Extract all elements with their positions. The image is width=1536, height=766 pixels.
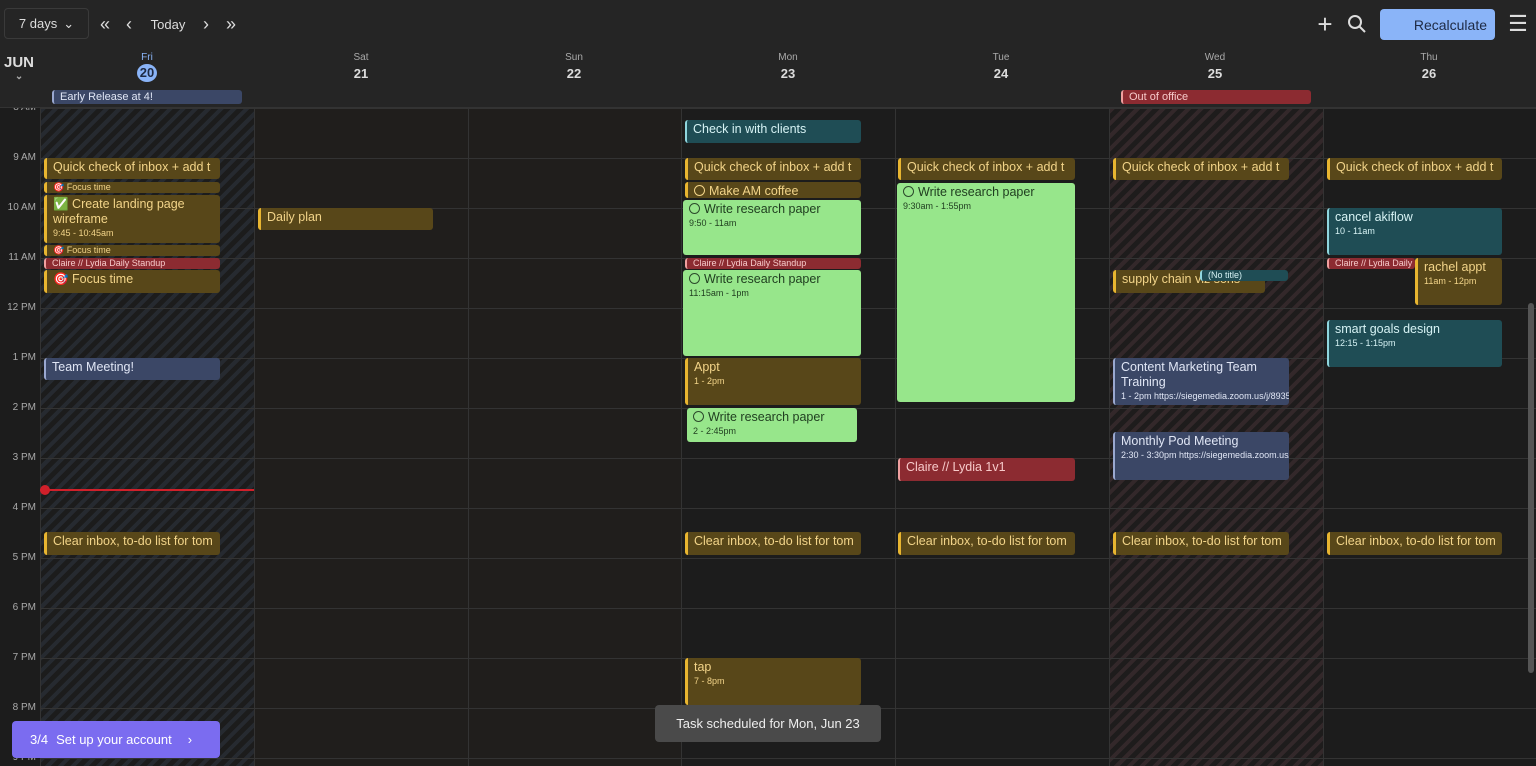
- hour-label: 8 AM: [0, 108, 36, 113]
- column-sat[interactable]: [254, 108, 468, 766]
- event[interactable]: Claire // Lydia Daily: [1327, 258, 1415, 269]
- setup-account-button[interactable]: 3/4 Set up your account ›: [12, 721, 220, 758]
- event[interactable]: Claire // Lydia Daily Standup: [44, 258, 220, 269]
- event[interactable]: (No title): [1200, 270, 1288, 281]
- day-header-sat[interactable]: Sat 21: [331, 52, 391, 81]
- search-icon[interactable]: [1344, 10, 1370, 38]
- hour-label: 1 PM: [12, 352, 36, 363]
- hour-label: 3 PM: [12, 452, 36, 463]
- calendar-grid: 8 AM 9 AM 10 AM 11 AM 12 PM 1 PM 2 PM 3 PM 4 PM 5…: [0, 108, 1536, 766]
- event-out-of-office[interactable]: Out of office: [1121, 90, 1311, 104]
- toast: Task scheduled for Mon, Jun 23: [655, 705, 881, 742]
- day-header-tue[interactable]: Tue 24: [971, 52, 1031, 81]
- event-early-release[interactable]: Early Release at 4!: [52, 90, 242, 104]
- event[interactable]: 🎯 Focus time: [44, 182, 220, 193]
- event[interactable]: Clear inbox, to-do list for tom: [44, 532, 220, 555]
- task[interactable]: Write research paper 9:30am - 1:55pm: [897, 183, 1075, 402]
- hour-label: 9 AM: [13, 152, 36, 163]
- day-header-sun[interactable]: Sun 22: [544, 52, 604, 81]
- event[interactable]: Quick check of inbox + add t: [1327, 158, 1502, 180]
- hour-line: [40, 108, 1536, 109]
- recalculate-button[interactable]: Recalculate: [1380, 9, 1495, 40]
- hour-line: [40, 758, 1536, 759]
- current-time-line: [40, 489, 254, 491]
- hour-label: 5 PM: [12, 552, 36, 563]
- event[interactable]: Quick check of inbox + add t: [898, 158, 1075, 180]
- event[interactable]: Monthly Pod Meeting 2:30 - 3:30pm https:/…: [1113, 432, 1289, 480]
- hour-line: [40, 458, 1536, 459]
- event[interactable]: Daily plan: [258, 208, 433, 230]
- event[interactable]: 🎯 Focus time: [44, 245, 220, 256]
- hour-label: 10 AM: [7, 202, 36, 213]
- toolbar: 7 days ⌄ « ‹ Today › » + Recalculate ☰: [0, 0, 1536, 48]
- onboarding-progress: 3/4: [30, 732, 49, 747]
- current-time-dot: [40, 485, 50, 495]
- prev-button[interactable]: ‹: [120, 12, 138, 36]
- all-day-row: Early Release at 4! Out of office: [0, 88, 1536, 108]
- event[interactable]: rachel appt 11am - 12pm: [1415, 258, 1502, 305]
- column-sun[interactable]: [468, 108, 681, 766]
- range-dropdown[interactable]: 7 days ⌄: [4, 8, 89, 39]
- day-header-wed[interactable]: Wed 25: [1185, 52, 1245, 81]
- event[interactable]: Team Meeting!: [44, 358, 220, 380]
- event[interactable]: Make AM coffee: [685, 182, 861, 198]
- event[interactable]: Quick check of inbox + add t: [44, 158, 220, 179]
- onboarding-label: Set up your account: [56, 732, 172, 747]
- event[interactable]: Clear inbox, to-do list for tom: [685, 532, 861, 555]
- event[interactable]: Content Marketing Team Training 1 - 2pm h…: [1113, 358, 1289, 405]
- hour-label: 2 PM: [12, 402, 36, 413]
- day-header-row: JUN ⌄ Fri 20 Sat 21 Sun 22 Mon 23 Tue 24 Wed 25…: [0, 48, 1536, 88]
- task[interactable]: Write research paper 2 - 2:45pm: [687, 408, 857, 442]
- menu-icon[interactable]: ☰: [1506, 11, 1530, 36]
- event[interactable]: Check in with clients: [685, 120, 861, 143]
- hour-label: 8 PM: [12, 702, 36, 713]
- hour-line: [40, 558, 1536, 559]
- event[interactable]: Quick check of inbox + add t: [1113, 158, 1289, 180]
- event[interactable]: tap 7 - 8pm: [685, 658, 861, 705]
- task[interactable]: Write research paper 11:15am - 1pm: [683, 270, 861, 356]
- event[interactable]: 🎯 Focus time: [44, 270, 220, 293]
- hour-label: 6 PM: [12, 602, 36, 613]
- hour-label: 11 AM: [8, 252, 36, 263]
- day-header-fri[interactable]: Fri 20: [117, 52, 177, 82]
- event[interactable]: Claire // Lydia 1v1: [898, 458, 1075, 481]
- event[interactable]: Claire // Lydia Daily Standup: [685, 258, 861, 269]
- hour-label: 7 PM: [12, 652, 36, 663]
- scrollbar[interactable]: [1528, 303, 1534, 673]
- event[interactable]: Clear inbox, to-do list for tom: [1327, 532, 1502, 555]
- chevron-down-icon: ⌄: [63, 15, 75, 31]
- hour-label: 12 PM: [7, 302, 36, 313]
- event[interactable]: Quick check of inbox + add t: [685, 158, 861, 180]
- next-button[interactable]: ›: [197, 12, 215, 36]
- hour-line: [40, 508, 1536, 509]
- event[interactable]: Appt 1 - 2pm: [685, 358, 861, 405]
- skip-forward-button[interactable]: »: [221, 12, 241, 36]
- today-button[interactable]: Today: [145, 12, 191, 36]
- chevron-right-icon: ›: [187, 732, 193, 747]
- column-thu[interactable]: [1323, 108, 1536, 766]
- range-label: 7 days: [18, 16, 58, 31]
- hour-label: 4 PM: [12, 502, 36, 513]
- hour-line: [40, 608, 1536, 609]
- skip-back-button[interactable]: «: [95, 12, 115, 36]
- task[interactable]: Write research paper 9:50 - 11am: [683, 200, 861, 255]
- event[interactable]: Clear inbox, to-do list for tom: [898, 532, 1075, 555]
- event[interactable]: cancel akiflow 10 - 11am: [1327, 208, 1502, 255]
- event[interactable]: smart goals design 12:15 - 1:15pm: [1327, 320, 1502, 367]
- plus-icon[interactable]: +: [1312, 9, 1338, 39]
- month-selector[interactable]: JUN ⌄: [4, 54, 34, 82]
- day-header-thu[interactable]: Thu 26: [1399, 52, 1459, 81]
- day-header-mon[interactable]: Mon 23: [758, 52, 818, 81]
- event[interactable]: Clear inbox, to-do list for tom: [1113, 532, 1289, 555]
- event[interactable]: ✅ Create landing page wireframe 9:45 - 10…: [44, 195, 220, 243]
